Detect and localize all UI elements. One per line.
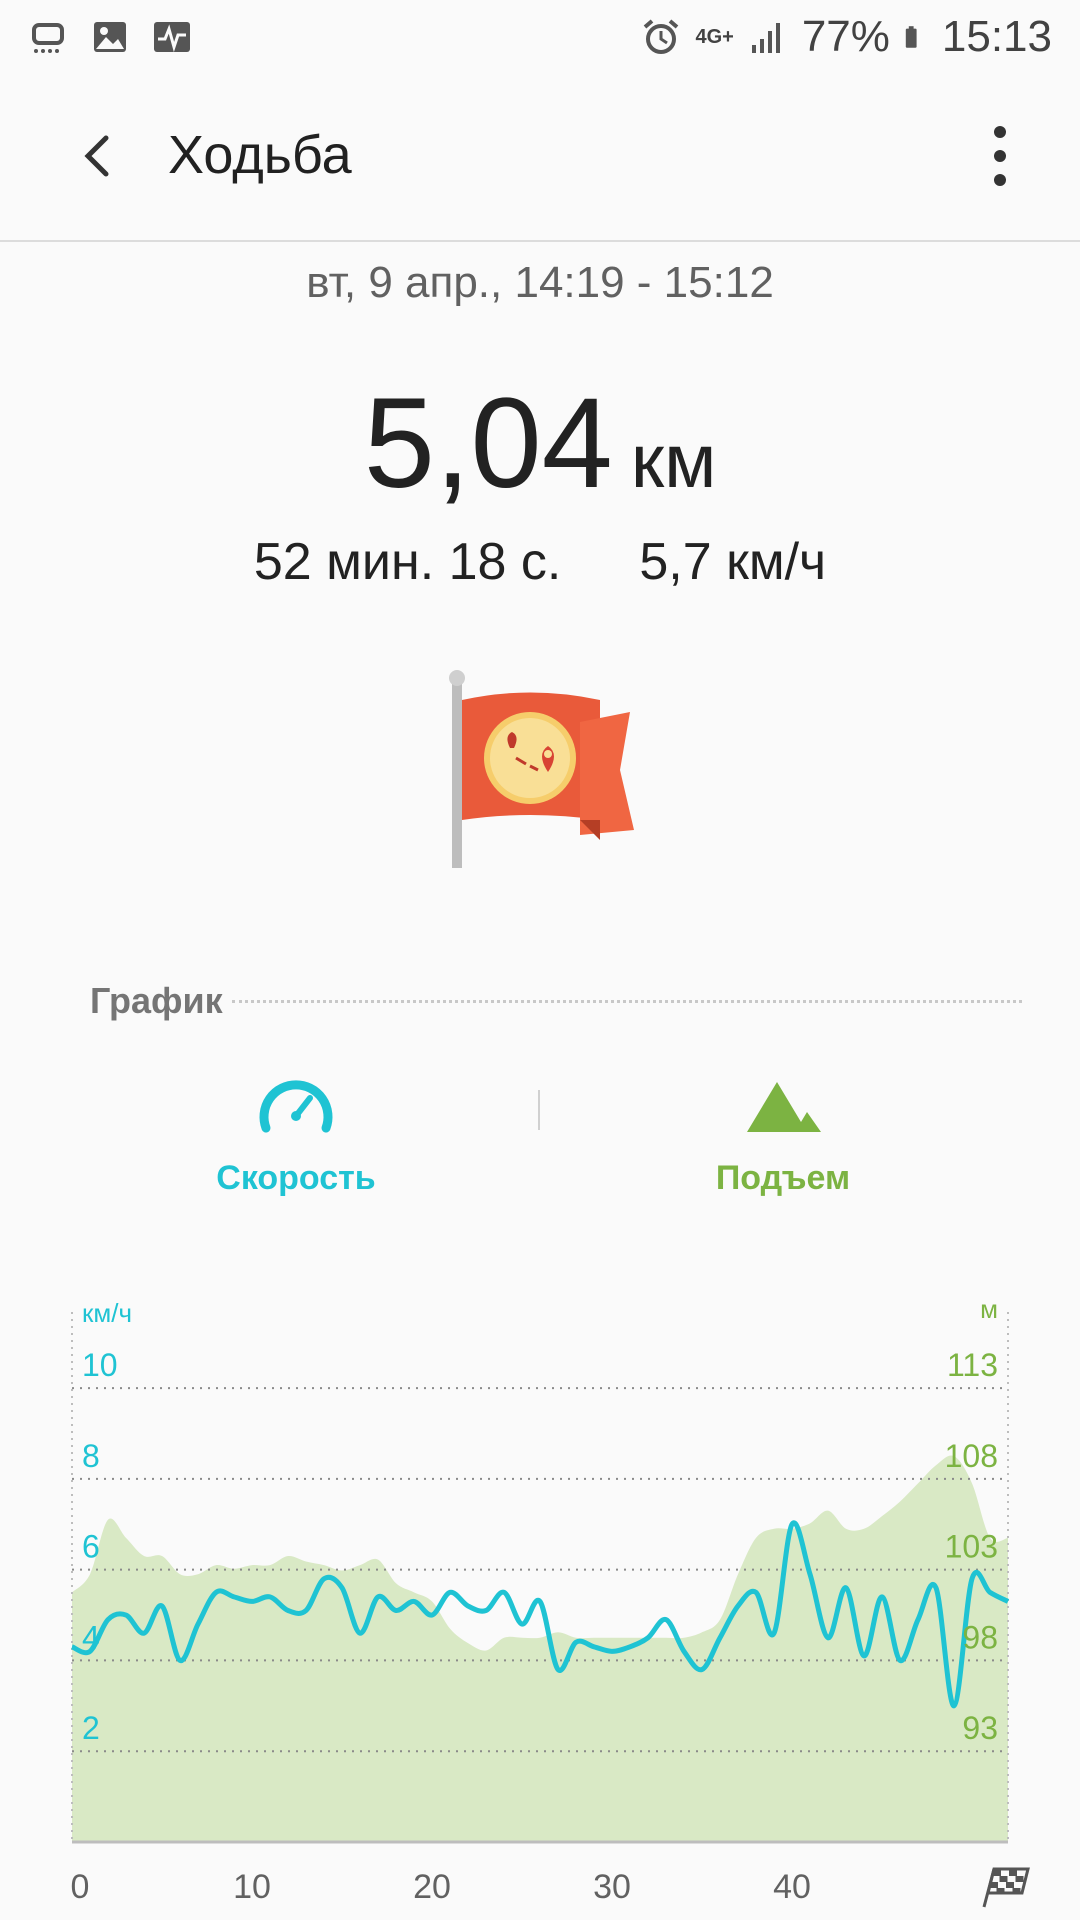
signal-icon: [751, 23, 780, 53]
left-unit-label: км/ч: [82, 1300, 132, 1328]
app-bar: Ходьба: [0, 74, 1080, 242]
duration: 52 мин. 18 с.: [253, 533, 562, 591]
workout-stats: 52 мин. 18 с. 5,7 км/ч: [0, 532, 1080, 592]
status-bar: 4G+ 77% 15:13: [0, 0, 1080, 74]
status-right: 4G+ 77% 15:13: [641, 12, 1052, 62]
workout-date: вт, 9 апр., 14:19 - 15:12: [306, 258, 774, 307]
avg-speed: 5,7 км/ч: [639, 533, 827, 591]
x-tick-label: 30: [593, 1868, 631, 1906]
speedometer-icon: [259, 1080, 333, 1133]
x-tick-label: 0: [71, 1868, 90, 1906]
right-tick-label: 98: [962, 1619, 998, 1655]
page-title: Ходьба: [168, 125, 352, 185]
right-tick-label: 93: [962, 1710, 998, 1746]
mountain-icon: [747, 1082, 821, 1132]
route-flag-icon: [449, 670, 634, 868]
x-tick-label: 20: [413, 1868, 451, 1906]
gallery-icon: [94, 22, 126, 52]
section-divider: [232, 1000, 1022, 1003]
graph-section-title: График: [90, 980, 223, 1021]
left-tick-label: 10: [82, 1347, 118, 1383]
left-tick-label: 8: [82, 1438, 100, 1474]
battery-percent: 77%: [801, 12, 890, 61]
more-vert-icon[interactable]: [978, 118, 1022, 194]
notification-icon: [32, 23, 64, 53]
distance-value: 5,04: [363, 372, 613, 515]
x-tick-label: 40: [773, 1868, 811, 1906]
right-unit-label: м: [980, 1300, 998, 1324]
right-tick-label: 103: [945, 1529, 998, 1565]
checkered-flag-icon: [982, 1867, 1030, 1908]
distance-unit: км: [630, 419, 717, 504]
tab-speed[interactable]: Скорость: [146, 1076, 446, 1198]
left-tick-label: 4: [82, 1619, 100, 1655]
tab-elevation-label: Подъем: [715, 1159, 851, 1197]
battery-icon: [905, 26, 917, 48]
x-tick-label: 10: [233, 1868, 271, 1906]
left-tick-label: 2: [82, 1710, 100, 1746]
network-type: 4G+: [695, 25, 734, 48]
left-tick-label: 6: [82, 1529, 100, 1565]
tab-divider: [538, 1090, 540, 1130]
right-tick-label: 113: [947, 1347, 998, 1383]
tab-elevation[interactable]: Подъем: [633, 1076, 933, 1198]
speed-elevation-chart: 1086421131081039893км/ч м0 10 20 30 40: [71, 1300, 1030, 1908]
clock: 15:13: [941, 12, 1052, 61]
activity-icon: [154, 22, 190, 53]
tab-speed-label: Скорость: [216, 1159, 376, 1197]
alarm-icon: [644, 19, 679, 54]
distance-block: 5,04 км: [0, 370, 1080, 517]
status-left: [28, 17, 192, 57]
right-tick-label: 108: [945, 1438, 998, 1474]
back-arrow-icon[interactable]: [70, 128, 126, 184]
